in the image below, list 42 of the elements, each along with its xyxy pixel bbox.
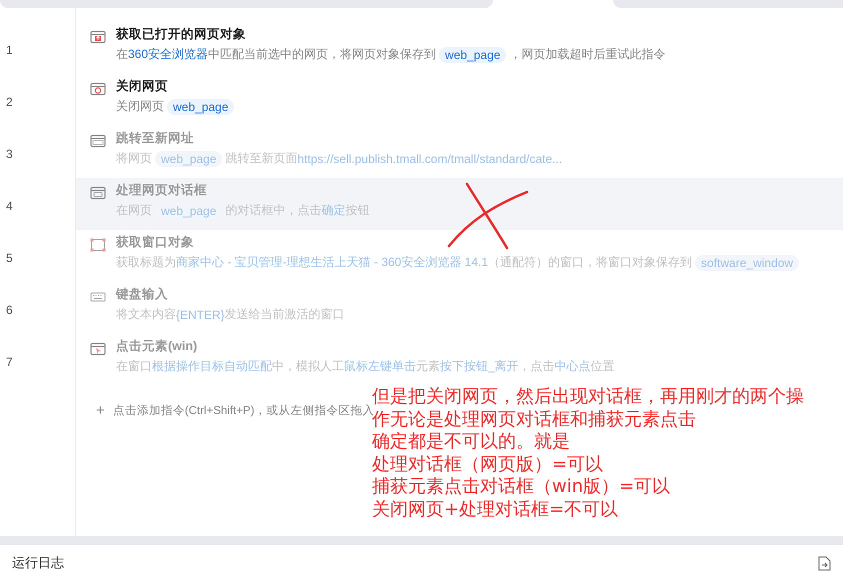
annotation-line: 捕获元素点击对话框（win版）=可以 [372,476,670,498]
command-description: 将网页 web_page 跳转至新页面https://sell.publish.tmall.com/tmall/standard/cate... [116,150,562,167]
add-command-hint[interactable]: 点击添加指令(Ctrl+Shift+P)，或从左侧指令区拖入 [112,403,374,418]
command-title: 关闭网页 [116,78,169,95]
browser-close-icon [90,82,106,96]
annotation-line: 但是把关闭网页，然后出现对话框，再用刚才的两个操 [372,386,804,407]
keyboard-icon [90,290,106,304]
add-icon[interactable]: + [96,402,105,419]
command-title: 获取窗口对象 [116,234,195,251]
command-row[interactable]: 获取窗口对象 获取标题为商家中心 - 宝贝管理-理想生活上天猫 - 360安全浏览器 14.1（通配符）的窗口，将窗口对象保存到 software_window [76,230,843,282]
browser-upload-icon [90,30,106,44]
annotation-line: 关闭网页+处理对话框=不可以 [372,498,618,521]
command-description: 在窗口根据操作目标自动匹配中，模拟人工鼠标左键单击元素按下按钮_离开，点击中心点位置 [116,358,615,375]
command-row[interactable]: 关闭网页 关闭网页 web_page [76,74,843,126]
command-title: 键盘输入 [116,286,169,303]
annotation-line: 确定都是不可以的。就是 [372,431,570,454]
line-number: 7 [5,354,14,371]
command-description: 获取标题为商家中心 - 宝贝管理-理想生活上天猫 - 360安全浏览器 14.1（通配符）的窗口，将窗口对象保存到 software_window [116,254,802,271]
export-file-icon[interactable] [818,556,831,570]
command-row[interactable]: 点击元素(win) 在窗口根据操作目标自动匹配中，模拟人工鼠标左键单击元素按下按钮_离开，点击中心点位置 [76,334,843,386]
command-row[interactable]: 获取已打开的网页对象 在360安全浏览器中匹配当前选中的网页，将网页对象保存到 web_page ，网页加载超时后重试此指令 [76,22,843,74]
command-title: 获取已打开的网页对象 [116,26,247,43]
command-title: 点击元素(win) [116,338,198,355]
line-number: 6 [5,302,14,319]
line-number: 3 [5,146,14,163]
click-icon [90,342,106,356]
line-number: 4 [5,198,14,215]
window-icon [90,238,106,252]
dialog-icon [90,186,106,200]
annotation-line: 作无论是处理网页对话框和捕获元素点击 [372,408,696,431]
line-number: 1 [5,42,14,59]
browser-icon [90,134,106,148]
command-row[interactable]: 键盘输入 将文本内容{ENTER}发送给当前激活的窗口 [76,282,843,334]
line-number: 2 [5,94,14,111]
line-number: 5 [5,250,14,267]
annotation-line: 处理对话框（网页版）=可以 [372,454,604,476]
command-title: 跳转至新网址 [116,130,195,147]
command-title: 处理网页对话框 [116,182,208,199]
command-description: 在360安全浏览器中匹配当前选中的网页，将网页对象保存到 web_page ，网页加载超时后重试此指令 [116,46,666,63]
log-panel-title: 运行日志 [12,554,64,572]
command-description: 将文本内容{ENTER}发送给当前激活的窗口 [116,306,345,323]
command-row[interactable]: 跳转至新网址 将网页 web_page 跳转至新页面https://sell.publish.tmall.com/tmall/standard/cate... [76,126,843,178]
